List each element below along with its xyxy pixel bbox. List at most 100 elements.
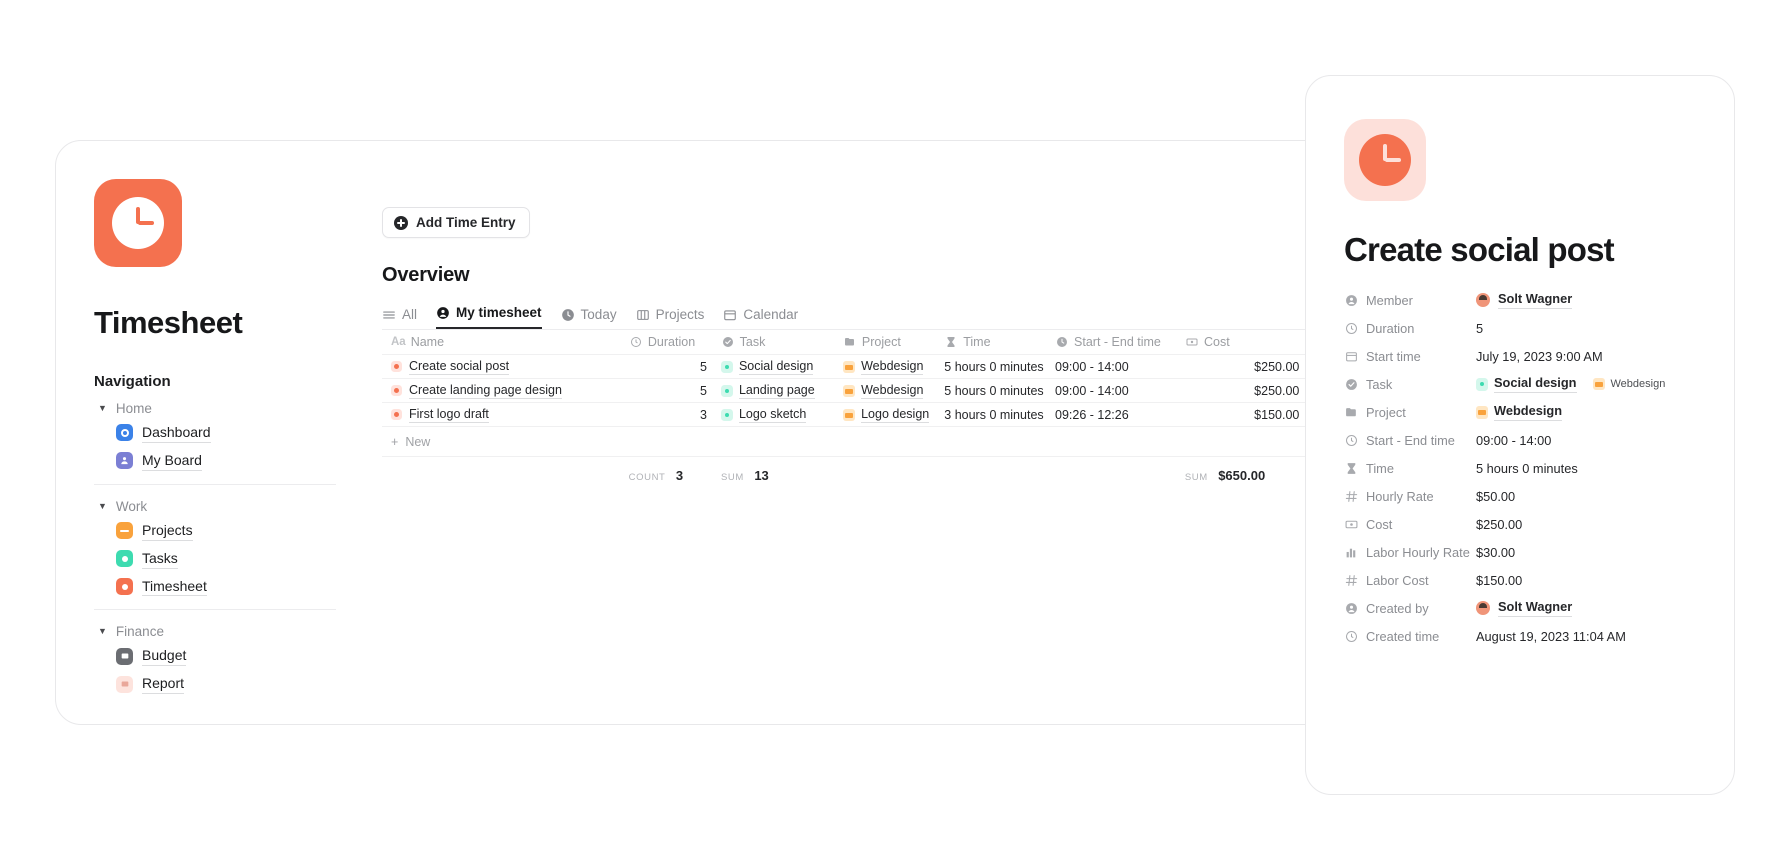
column-header-label: Time: [963, 335, 991, 349]
cell-project[interactable]: Webdesign: [843, 358, 944, 376]
summary-duration-sum-cell[interactable]: SUM 13: [721, 467, 843, 485]
column-header-cost[interactable]: Cost: [1185, 335, 1305, 349]
sum-value: 13: [754, 468, 769, 483]
table-row[interactable]: First logo draft 3 Logo sketch Logo design 3…: [382, 403, 1334, 427]
nav-group-header-finance[interactable]: ▼ Finance: [94, 621, 336, 642]
count-value: 3: [675, 468, 684, 483]
project-label: Webdesign: [861, 382, 924, 400]
sidebar-item-label: Dashboard: [142, 423, 211, 443]
tab-today[interactable]: Today: [561, 307, 617, 329]
property-key-label: Created time: [1366, 628, 1440, 644]
cell-cost[interactable]: $150.00: [1185, 408, 1306, 422]
property-key-label: Member: [1366, 292, 1413, 308]
clock-app-icon: [94, 179, 182, 267]
property-value[interactable]: Solt Wagner: [1476, 291, 1573, 309]
property-value[interactable]: 5 hours 0 minutes: [1476, 461, 1578, 476]
cell-start-end-time[interactable]: 09:00 - 14:00: [1055, 384, 1185, 398]
sidebar: Timesheet Navigation ▼ Home Dashboard My Bo…: [56, 141, 336, 724]
aa-icon: Aa: [391, 336, 406, 348]
column-header-duration[interactable]: Duration: [629, 335, 721, 349]
clock-face: [112, 197, 164, 249]
sidebar-item-label: Timesheet: [142, 577, 207, 597]
cell-cost[interactable]: $250.00: [1185, 384, 1306, 398]
property-row-labor-cost: Labor Cost $150.00: [1344, 566, 1694, 594]
cell-task[interactable]: Landing page: [720, 382, 843, 400]
cell-start-end-time[interactable]: 09:26 - 12:26: [1055, 408, 1185, 422]
task-dot-icon: [720, 408, 733, 421]
cell-project[interactable]: Webdesign: [843, 382, 944, 400]
cell-duration[interactable]: 5: [629, 360, 721, 374]
cell-time[interactable]: 5 hours 0 minutes: [944, 384, 1055, 398]
cell-name[interactable]: Create landing page design: [382, 382, 629, 400]
nav-group-work: ▼ Work Projects Tasks Timesheet: [94, 483, 336, 610]
check-circle-icon: [1344, 378, 1358, 391]
property-value[interactable]: Social design Webdesign: [1476, 375, 1665, 393]
main-content: Add Time Entry Overview All My timesheet T…: [336, 141, 1334, 724]
sidebar-item-budget[interactable]: Budget: [94, 642, 336, 670]
new-row-button[interactable]: + New: [382, 427, 1334, 457]
property-value[interactable]: $250.00: [1476, 517, 1522, 532]
property-key-label: Time: [1366, 460, 1394, 476]
cell-start-end-time[interactable]: 09:00 - 14:00: [1055, 360, 1185, 374]
property-value[interactable]: Webdesign: [1476, 403, 1563, 421]
column-header-task[interactable]: Task: [721, 335, 843, 349]
summary-cost-sum-cell[interactable]: SUM $650.00: [1185, 467, 1306, 485]
folder-icon: [1592, 378, 1605, 390]
property-value[interactable]: August 19, 2023 11:04 AM: [1476, 629, 1626, 644]
property-value[interactable]: $150.00: [1476, 573, 1522, 588]
cell-cost[interactable]: $250.00: [1185, 360, 1306, 374]
project-label: Webdesign: [1494, 403, 1563, 421]
property-row-created-time: Created time August 19, 2023 11:04 AM: [1344, 622, 1694, 650]
sidebar-item-my-board[interactable]: My Board: [94, 447, 336, 475]
timesheet-app-card: Timesheet Navigation ▼ Home Dashboard My Bo…: [55, 140, 1335, 725]
column-header-start-end-time[interactable]: Start - End time: [1055, 335, 1185, 349]
sidebar-item-tasks[interactable]: Tasks: [94, 545, 336, 573]
tab-calendar[interactable]: Calendar: [723, 307, 798, 329]
property-value[interactable]: 5: [1476, 321, 1483, 336]
clock-face: [1359, 134, 1411, 186]
table-row[interactable]: Create social post 5 Social design Webdesig…: [382, 355, 1334, 379]
property-value[interactable]: Solt Wagner: [1476, 599, 1573, 617]
column-header-project[interactable]: Project: [843, 335, 944, 349]
person-circle-icon: [1344, 602, 1358, 615]
avatar: [1476, 601, 1490, 615]
property-value[interactable]: July 19, 2023 9:00 AM: [1476, 349, 1603, 364]
table-row[interactable]: Create landing page design 5 Landing page W…: [382, 379, 1334, 403]
summary-count-cell[interactable]: COUNT 3: [629, 467, 721, 485]
cell-task[interactable]: Logo sketch: [720, 406, 843, 424]
task-dot-icon: [1476, 377, 1488, 391]
property-key: Labor Cost: [1344, 573, 1476, 588]
sidebar-item-report[interactable]: Report: [94, 670, 336, 698]
tab-my-timesheet[interactable]: My timesheet: [436, 305, 542, 329]
navigation-groups: ▼ Home Dashboard My Board ▼ Work Projects Tasks…: [94, 398, 336, 707]
cell-name[interactable]: First logo draft: [382, 406, 629, 424]
sidebar-item-dashboard[interactable]: Dashboard: [94, 419, 336, 447]
property-value[interactable]: $30.00: [1476, 545, 1515, 560]
property-value[interactable]: $50.00: [1476, 489, 1515, 504]
cell-project[interactable]: Logo design: [843, 406, 944, 424]
nav-group-header-work[interactable]: ▼ Work: [94, 496, 336, 517]
cell-task[interactable]: Social design: [720, 358, 843, 376]
property-key: Labor Hourly Rate: [1344, 545, 1476, 560]
nav-group-header-home[interactable]: ▼ Home: [94, 398, 336, 419]
add-time-entry-button[interactable]: Add Time Entry: [382, 207, 530, 238]
cell-name[interactable]: Create social post: [382, 358, 629, 376]
property-key: Start - End time: [1344, 433, 1476, 448]
tab-all[interactable]: All: [382, 307, 417, 329]
sidebar-item-projects[interactable]: Projects: [94, 517, 336, 545]
cell-duration[interactable]: 5: [629, 384, 721, 398]
row-name-label: Create social post: [409, 358, 510, 376]
cell-duration[interactable]: 3: [629, 408, 721, 422]
column-header-time[interactable]: Time: [944, 335, 1055, 349]
property-value[interactable]: 09:00 - 14:00: [1476, 433, 1551, 448]
related-project-label: Webdesign: [1610, 378, 1666, 390]
cell-time[interactable]: 5 hours 0 minutes: [944, 360, 1055, 374]
property-row-project: Project Webdesign: [1344, 398, 1694, 426]
related-project-tag: Webdesign: [1592, 378, 1666, 390]
column-header-name[interactable]: Aa Name: [382, 335, 629, 349]
tab-projects[interactable]: Projects: [636, 307, 704, 329]
sidebar-item-timesheet[interactable]: Timesheet: [94, 573, 336, 601]
folder-icon: [1476, 405, 1488, 419]
cell-time[interactable]: 3 hours 0 minutes: [944, 408, 1055, 422]
property-key-label: Hourly Rate: [1366, 488, 1434, 504]
